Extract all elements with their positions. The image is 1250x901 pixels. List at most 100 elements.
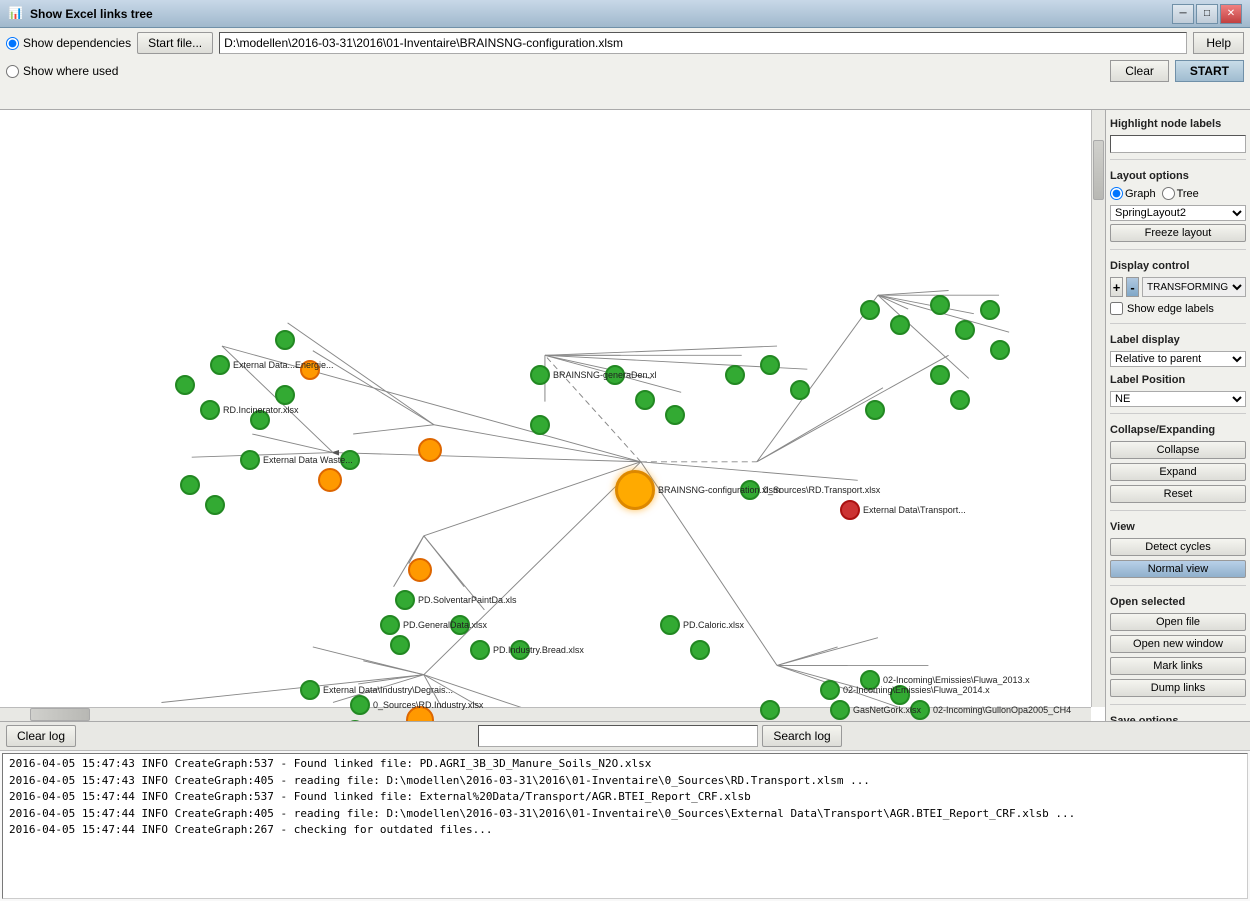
node-n28[interactable] [605,365,625,385]
expand-button[interactable]: Expand [1110,463,1246,481]
node-n22[interactable] [450,615,470,635]
open-selected-label: Open selected [1110,596,1246,608]
label-position-label: Label Position [1110,374,1246,386]
reset-button[interactable]: Reset [1110,485,1246,503]
node-n38[interactable] [930,295,950,315]
node-n26[interactable] [530,365,550,385]
node-n36[interactable] [860,300,880,320]
radio-group-where-used: Show where used [6,64,118,78]
node-n37[interactable] [890,315,910,335]
label-display-select[interactable]: Relative to parent [1110,351,1246,367]
zoom-out-button[interactable]: - [1126,277,1139,297]
graph-area[interactable]: BRAINSNG-configuration.xlsmExternal Data… [0,110,1105,721]
log-search-input[interactable] [478,725,758,747]
edge-labels-checkbox[interactable] [1110,302,1123,315]
toolbar: Show dependencies Start file... Help Sho… [0,28,1250,110]
node-n55[interactable] [350,695,370,715]
node-n43[interactable] [950,390,970,410]
vertical-scrollbar[interactable] [1091,110,1105,707]
close-button[interactable]: ✕ [1220,4,1242,24]
dump-links-button[interactable]: Dump links [1110,679,1246,697]
normal-view-button[interactable]: Normal view [1110,560,1246,578]
title-bar: 📊 Show Excel links tree ─ □ ✕ [0,0,1250,28]
node-label-n54: External Data\Industry\Degrais... [323,685,453,695]
highlight-input[interactable] [1110,135,1246,153]
search-log-button[interactable]: Search log [762,725,841,747]
node-n12[interactable] [340,450,360,470]
node-n4[interactable] [275,330,295,350]
node-n49[interactable] [910,700,930,720]
node-n23[interactable] [510,640,530,660]
node-n42[interactable] [930,365,950,385]
show-where-used-radio[interactable] [6,65,19,78]
maximize-button[interactable]: □ [1196,4,1218,24]
layout-algorithm-select[interactable]: SpringLayout2 [1110,205,1246,221]
node-n40[interactable] [980,300,1000,320]
start-file-button[interactable]: Start file... [137,32,213,54]
node-n35[interactable] [840,500,860,520]
clear-button[interactable]: Clear [1110,60,1169,82]
node-n25[interactable] [690,640,710,660]
node-n1[interactable] [210,355,230,375]
node-n14[interactable] [408,558,432,582]
open-file-button[interactable]: Open file [1110,613,1246,631]
node-n39[interactable] [955,320,975,340]
label-position-select[interactable]: NE [1110,391,1246,407]
node-n53[interactable] [760,700,780,720]
node-n21[interactable] [470,640,490,660]
node-n16[interactable] [380,615,400,635]
open-new-window-button[interactable]: Open new window [1110,635,1246,653]
window-controls[interactable]: ─ □ ✕ [1172,4,1242,24]
show-dependencies-radio[interactable] [6,37,19,50]
minimize-button[interactable]: ─ [1172,4,1194,24]
transform-select[interactable]: TRANSFORMING [1142,277,1246,297]
node-n3[interactable] [200,400,220,420]
edge-labels-label: Show edge labels [1127,303,1214,315]
node-n47[interactable] [890,685,910,705]
node-n2[interactable] [175,375,195,395]
node-n46[interactable] [860,670,880,690]
node-n15[interactable] [395,590,415,610]
node-n30[interactable] [665,405,685,425]
clear-log-button[interactable]: Clear log [6,725,76,747]
layout-graph-radio[interactable]: Graph [1110,187,1156,200]
mark-links-button[interactable]: Mark links [1110,657,1246,675]
node-label-n15: PD.SolventarPaintDa.xls [418,595,517,605]
node-n6[interactable] [275,385,295,405]
node-n13[interactable] [418,438,442,462]
collapse-label: Collapse/Expanding [1110,424,1246,436]
node-n24[interactable] [660,615,680,635]
node-n8[interactable] [240,450,260,470]
node-n48[interactable] [830,700,850,720]
start-button[interactable]: START [1175,60,1244,82]
zoom-in-button[interactable]: + [1110,277,1123,297]
node-n9[interactable] [180,475,200,495]
file-path-input[interactable] [219,32,1187,54]
node-n7[interactable] [250,410,270,430]
node-n41[interactable] [990,340,1010,360]
node-n45[interactable] [820,680,840,700]
node-n34[interactable] [740,480,760,500]
graph-svg [0,110,1105,721]
detect-cycles-button[interactable]: Detect cycles [1110,538,1246,556]
node-n54[interactable] [300,680,320,700]
node-n11[interactable] [318,468,342,492]
node-n32[interactable] [760,355,780,375]
help-button[interactable]: Help [1193,32,1244,54]
layout-graph-label: Graph [1125,188,1156,200]
layout-tree-radio[interactable]: Tree [1162,187,1199,200]
toolbar-row-2: Show where used Clear START [6,60,1244,82]
divider-2 [1110,249,1246,250]
node-n27[interactable] [530,415,550,435]
freeze-layout-button[interactable]: Freeze layout [1110,224,1246,242]
node-n17[interactable] [390,635,410,655]
node-n29[interactable] [635,390,655,410]
node-n44[interactable] [865,400,885,420]
node-label-n34: 0_Sources\RD.Transport.xlsx [763,485,880,495]
node-n33[interactable] [790,380,810,400]
node-n5[interactable] [300,360,320,380]
node-n31[interactable] [725,365,745,385]
node-n10[interactable] [205,495,225,515]
node-central[interactable] [615,470,655,510]
collapse-button[interactable]: Collapse [1110,441,1246,459]
